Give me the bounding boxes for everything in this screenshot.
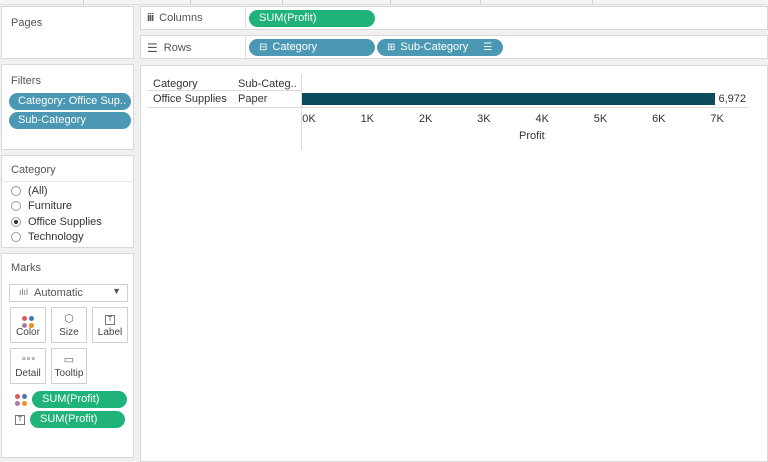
rows-shelf[interactable]: ☰ Rows ⊟ Category ⊞ Sub-Category ☰ [140,35,768,59]
marks-field-label: T SUM(Profit) [15,411,125,428]
marks-label-button[interactable]: T Label [92,307,128,343]
color-icon [11,312,45,328]
marks-tooltip-button[interactable]: ▭ Tooltip [51,348,87,384]
radio-option-technology[interactable]: Technology [11,231,84,243]
marks-field-color: SUM(Profit) [15,391,127,408]
rows-label: Rows [163,42,192,54]
x-axis-title: Profit [519,130,545,142]
chevron-down-icon: ▼ [112,286,121,296]
row-value-sub-category[interactable]: Paper [238,93,267,105]
sort-descending-icon[interactable]: ☰ [483,39,492,56]
marks-color-button[interactable]: Color [10,307,46,343]
columns-icon: iii [147,12,154,24]
radio-button[interactable] [11,232,21,242]
collapse-icon[interactable]: ⊟ [259,39,267,56]
pages-card[interactable]: Pages [1,6,134,59]
tooltip-icon: ▭ [63,354,75,366]
filters-title: Filters [11,75,41,87]
category-filter-title: Category [11,164,56,176]
x-axis-tick-label: 5K [593,113,608,125]
color-icon [15,393,27,406]
category-filter-card: Category (All) Furniture Office Supplies… [1,155,134,248]
columns-pill-sum-profit[interactable]: SUM(Profit) [249,10,375,27]
row-value-category[interactable]: Office Supplies [153,93,227,105]
text-label-icon: T [15,414,25,425]
filters-card[interactable]: Filters Category: Office Sup.. Sub-Categ… [1,64,134,150]
x-axis-tick-label: 7K [710,113,724,125]
columns-shelf[interactable]: iii Columns SUM(Profit) [140,6,768,30]
rows-pill-category[interactable]: ⊟ Category [249,39,375,56]
marks-title: Marks [11,262,41,274]
x-axis-tick-label: 1K [360,113,375,125]
marks-pill-sum-profit-label[interactable]: SUM(Profit) [30,411,125,428]
marks-pill-sum-profit-color[interactable]: SUM(Profit) [32,391,127,408]
mark-type-dropdown[interactable]: ılıl Automatic ▼ [9,284,128,302]
x-axis-tick-label: 3K [477,113,491,125]
radio-option-office-supplies[interactable]: Office Supplies [11,216,102,228]
view-area[interactable]: Category Sub-Categ.. Office Supplies Pap… [140,65,768,462]
marks-detail-button[interactable]: ∘∘∘ Detail [10,348,46,384]
header-sub-category[interactable]: Sub-Categ.. [238,78,297,90]
x-axis-tick-label: 4K [535,113,549,125]
bar-chart-icon: ılıl [19,287,28,297]
detail-icon: ∘∘∘ [21,353,36,363]
radio-option-all[interactable]: (All) [11,185,48,197]
expand-icon[interactable]: ⊞ [387,39,395,56]
marks-size-button[interactable]: ⬡ Size [51,307,87,343]
filter-pill-category[interactable]: Category: Office Sup.. [9,93,131,110]
rows-pill-sub-category[interactable]: ⊞ Sub-Category ☰ [377,39,503,56]
columns-label: Columns [159,12,203,24]
bar-value-label: 6,972 [718,93,746,105]
header-category[interactable]: Category [153,78,198,90]
x-axis-tick-label: 6K [652,113,666,125]
rows-icon: ☰ [147,41,158,55]
profit-bar[interactable] [302,93,716,105]
pages-title: Pages [11,17,43,29]
text-label-icon: T [105,315,115,325]
x-axis-tick-label: 2K [418,113,433,125]
radio-button-selected[interactable] [11,217,21,227]
radio-button[interactable] [11,201,21,211]
size-icon: ⬡ [64,313,74,325]
filter-pill-sub-category[interactable]: Sub-Category [9,112,131,129]
x-axis-tick-label: 0K [302,113,316,125]
radio-button[interactable] [11,186,21,196]
top-strip [0,0,768,5]
radio-option-furniture[interactable]: Furniture [11,200,72,212]
